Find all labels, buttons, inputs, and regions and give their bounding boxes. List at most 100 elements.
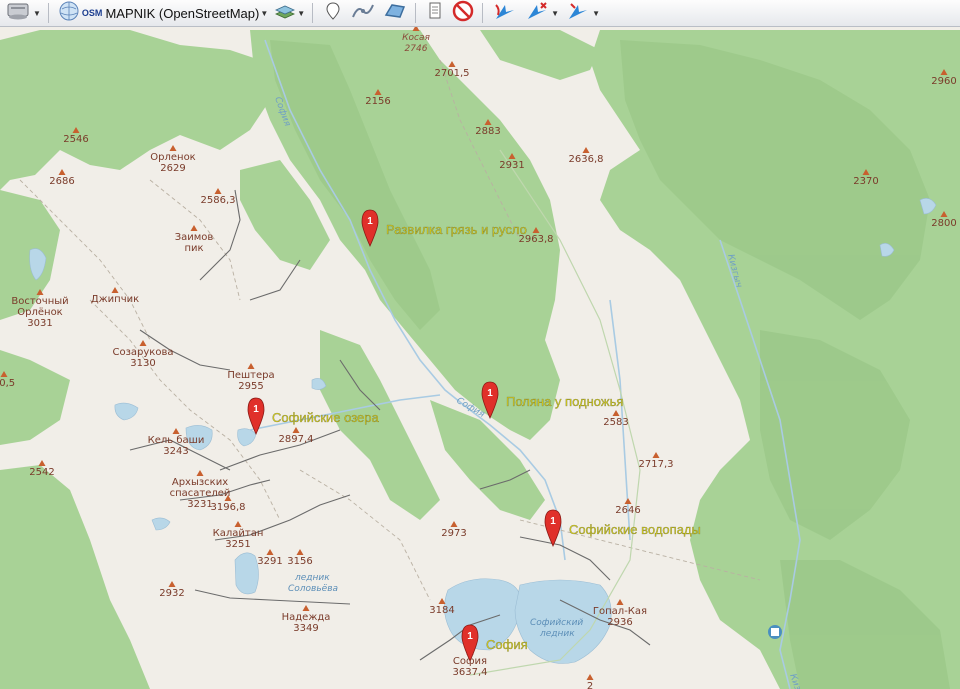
peak-elevation: 2717,3 [639, 459, 674, 470]
peak-name: Пештера [227, 370, 274, 381]
map-svg: Косая2746 2701,5 2156 2883 2546 Орленок2629 26… [0, 27, 960, 689]
peak-elevation: 2955 [238, 381, 263, 392]
info-point-icon[interactable] [768, 625, 782, 639]
marker-badge: 1 [253, 404, 259, 415]
no-entry-button[interactable] [449, 0, 477, 27]
peak-elevation: 2746 [405, 44, 428, 54]
placemark-button[interactable] [320, 1, 346, 26]
marker-label: Софийские водопады [569, 522, 701, 537]
glacier-label: ледник [539, 629, 575, 639]
waypoint-icon [524, 1, 550, 26]
marker-label: Развилка грязь и русло [386, 222, 527, 237]
peak-elevation: 2960 [931, 76, 956, 87]
glacier-label: ледник [294, 573, 330, 583]
chevron-down-icon: ▼ [592, 8, 601, 18]
peak-elevation: 3251 [225, 539, 250, 550]
layers-button[interactable]: ▼ [272, 2, 307, 24]
peak-elevation: 2629 [160, 163, 185, 174]
chevron-down-icon: ▼ [33, 8, 41, 18]
peak-elevation: 2973 [441, 528, 466, 539]
peak-elevation: 3196,8 [211, 502, 246, 513]
peak-elevation: 3031 [27, 318, 52, 329]
peak-elevation: 2897,4 [279, 434, 314, 445]
map-canvas[interactable]: Косая 2746 2701,5 2156 2883 2546 Орленок 2629 26… [0, 27, 960, 689]
path-icon [350, 1, 376, 26]
polygon-button[interactable] [380, 2, 410, 24]
marker-badge: 1 [367, 216, 373, 227]
peak-name: Орлёнок [17, 307, 62, 318]
peak-name: Надежда [282, 612, 331, 623]
peak-elevation: пик [184, 243, 203, 254]
peak-elevation: 3156 [287, 556, 312, 567]
osm-badge: OSM [81, 8, 103, 18]
peak-elevation: 3184 [429, 605, 454, 616]
peak-name: Созарукова [113, 347, 174, 358]
peak-elevation: 2156 [365, 96, 390, 107]
peak-name: Калайтан [213, 528, 264, 539]
peak-elevation: 2931 [499, 160, 524, 171]
chevron-down-icon: ▼ [551, 8, 560, 18]
peak-name: Джипчик [91, 294, 139, 305]
tracker-button[interactable] [490, 2, 520, 24]
peak-elevation: 2542 [29, 467, 54, 478]
peak-name: Заимов [175, 232, 214, 243]
marker-badge: 1 [487, 388, 493, 399]
toolbar-divider [415, 3, 417, 23]
toolbar-divider [482, 3, 484, 23]
toolbar-divider [47, 3, 49, 23]
map-toolbar: ▼ OSM MAPNIK (OpenStreetMap) ▼ ▼ ▼ ▼ [0, 0, 960, 27]
peak-elevation: 3130 [130, 358, 155, 369]
peak-elevation: 40,5 [0, 378, 15, 389]
marker-label: Софийские озера [272, 410, 379, 425]
polygon-icon [382, 1, 408, 26]
peak-elevation: 2636,8 [569, 154, 604, 165]
glacier-label: Соловьёва [288, 584, 338, 594]
marker-badge: 1 [467, 631, 473, 642]
peak-name: Архызских [172, 477, 228, 488]
server-icon [4, 1, 32, 26]
route-icon [565, 1, 591, 26]
document-button[interactable] [423, 2, 447, 24]
toolbar-divider [312, 3, 314, 23]
placemark-icon [322, 1, 344, 26]
document-icon [425, 1, 445, 26]
route-button[interactable]: ▼ [563, 2, 602, 24]
layers-icon [274, 1, 296, 26]
peak-elevation: 3637,4 [453, 667, 488, 678]
waypoint-button[interactable]: ▼ [522, 1, 561, 26]
marker-label: Поляна у подножья [506, 394, 623, 409]
chevron-down-icon: ▼ [297, 8, 306, 18]
marker-badge: 1 [550, 516, 556, 527]
glacier-label: Софийский [530, 618, 583, 628]
no-entry-icon [451, 0, 475, 27]
layer-label: MAPNIK (OpenStreetMap) [105, 5, 260, 21]
peak-elevation: 3291 [257, 556, 282, 567]
peak-elevation: 3243 [163, 446, 188, 457]
peak-elevation: 2883 [475, 126, 500, 137]
peak-elevation: 3231 [187, 499, 212, 510]
peak-elevation: 2 [587, 681, 593, 689]
tracker-icon [492, 1, 518, 26]
peak-name: Кель баши [148, 435, 205, 446]
peak-name: Восточный [11, 296, 68, 307]
peak-elevation: 2936 [607, 617, 632, 628]
peak-elevation: 2701,5 [435, 68, 470, 79]
peak-elevation: 2646 [615, 505, 640, 516]
server-button[interactable]: ▼ [2, 2, 43, 24]
path-button[interactable] [348, 2, 378, 24]
peak-name: спасателей [170, 488, 231, 499]
peak-name: Косая [402, 33, 430, 43]
peak-elevation: 2583 [603, 417, 628, 428]
marker-label: София [486, 637, 528, 652]
peak-name: Гопал-Кая [593, 606, 647, 617]
chevron-down-icon: ▼ [260, 8, 269, 18]
peak-elevation: 2546 [63, 134, 88, 145]
peak-elevation: 2370 [853, 176, 878, 187]
peak-elevation: 3349 [293, 623, 318, 634]
peak-elevation: 2932 [159, 588, 184, 599]
peak-name: Орленок [150, 152, 195, 163]
peak-elevation: 2800 [931, 218, 956, 229]
peak-elevation: 2586,3 [201, 195, 236, 206]
map-layer-select[interactable]: OSM MAPNIK (OpenStreetMap) ▼ [56, 1, 270, 26]
osm-globe-icon [58, 1, 80, 26]
